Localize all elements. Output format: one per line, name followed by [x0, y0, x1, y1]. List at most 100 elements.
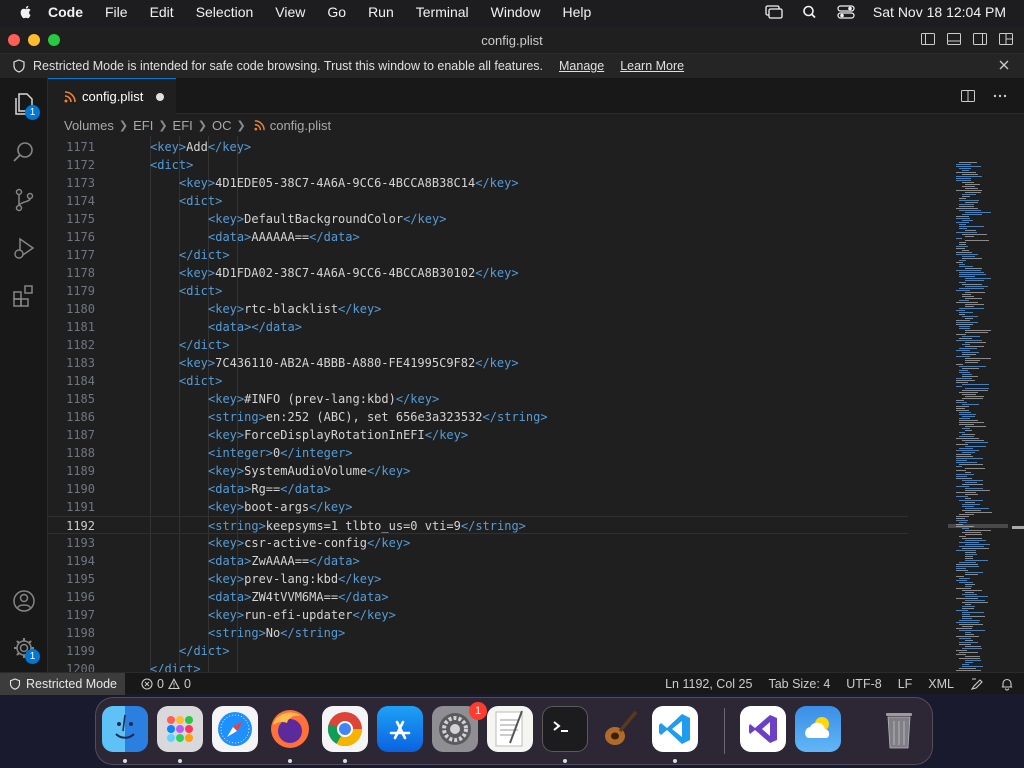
chevron-right-icon: ❯ — [158, 119, 168, 132]
dock-visual-studio[interactable] — [740, 706, 786, 752]
language-mode[interactable]: XML — [928, 677, 954, 691]
dock-launchpad[interactable] — [157, 706, 203, 752]
code-line[interactable]: 1179 <dict> — [48, 282, 908, 300]
title-bar[interactable]: config.plist — [0, 26, 1024, 54]
code-line[interactable]: 1180 <key>rtc-blacklist</key> — [48, 300, 908, 318]
tab-size[interactable]: Tab Size: 4 — [768, 677, 830, 691]
notifications-bell-icon[interactable] — [1000, 677, 1014, 691]
code-line[interactable]: 1175 <key>DefaultBackgroundColor</key> — [48, 210, 908, 228]
accounts-button[interactable] — [0, 579, 48, 623]
manage-button[interactable]: 1 — [0, 626, 48, 670]
dock-firefox[interactable] — [267, 706, 313, 752]
unsaved-dot-icon[interactable] — [156, 92, 164, 101]
code-line[interactable]: 1188 <integer>0</integer> — [48, 444, 908, 462]
dock-safari[interactable] — [212, 706, 258, 752]
code-line[interactable]: 1174 <dict> — [48, 192, 908, 210]
explorer-badge: 1 — [25, 105, 40, 120]
cursor-position[interactable]: Ln 1192, Col 25 — [665, 677, 752, 691]
restricted-mode-status[interactable]: Restricted Mode — [0, 672, 126, 695]
screen-mirroring-icon[interactable] — [765, 5, 783, 19]
code-line[interactable]: 1194 <data>ZwAAAA==</data> — [48, 552, 908, 570]
extensions-button[interactable] — [0, 274, 48, 318]
dock-garageband[interactable] — [597, 706, 643, 752]
code-line[interactable]: 1181 <data></data> — [48, 318, 908, 336]
feedback-icon[interactable] — [970, 677, 984, 691]
code-line[interactable]: 1198 <string>No</string> — [48, 624, 908, 642]
code-line[interactable]: 1199 </dict> — [48, 642, 908, 660]
code-line[interactable]: 1171 <key>Add</key> — [48, 138, 908, 156]
code-line[interactable]: 1187 <key>ForceDisplayRotationInEFI</key> — [48, 426, 908, 444]
spotlight-search-icon[interactable] — [801, 5, 819, 19]
minimap[interactable] — [908, 136, 1008, 672]
code-line[interactable]: 1189 <key>SystemAudioVolume</key> — [48, 462, 908, 480]
menubar-clock[interactable]: Sat Nov 18 12:04 PM — [873, 4, 1006, 20]
toggle-panel-icon[interactable] — [946, 31, 962, 47]
menu-view[interactable]: View — [275, 4, 305, 20]
problems-status[interactable]: 0 0 — [141, 677, 191, 691]
dock-textedit[interactable] — [487, 706, 533, 752]
search-button[interactable] — [0, 130, 48, 174]
dock-chrome[interactable] — [322, 706, 368, 752]
explorer-button[interactable]: 1 — [0, 82, 48, 126]
breadcrumb-item[interactable]: EFI — [173, 118, 193, 133]
breadcrumb-item[interactable]: OC — [212, 118, 232, 133]
code-line[interactable]: 1183 <key>7C436110-AB2A-4BBB-A880-FE41995… — [48, 354, 908, 372]
dock-trash[interactable] — [876, 706, 922, 752]
file-encoding[interactable]: UTF-8 — [846, 677, 881, 691]
code-line[interactable]: 1178 <key>4D1FDA02-38C7-4A6A-9CC6-4BCCA8B… — [48, 264, 908, 282]
code-line[interactable]: 1195 <key>prev-lang:kbd</key> — [48, 570, 908, 588]
code-line[interactable]: 1197 <key>run-efi-updater</key> — [48, 606, 908, 624]
menu-go[interactable]: Go — [327, 4, 346, 20]
banner-learn-more-link[interactable]: Learn More — [620, 59, 684, 73]
menu-file[interactable]: File — [105, 4, 128, 20]
breadcrumb-item[interactable]: config.plist — [270, 118, 331, 133]
menu-run[interactable]: Run — [368, 4, 394, 20]
customize-layout-icon[interactable] — [998, 31, 1014, 47]
more-actions-icon[interactable] — [992, 88, 1008, 104]
menu-edit[interactable]: Edit — [150, 4, 174, 20]
code-line[interactable]: 1173 <key>4D1EDE05-38C7-4A6A-9CC6-4BCCA8B… — [48, 174, 908, 192]
close-icon[interactable] — [998, 59, 1010, 71]
toggle-secondary-sidebar-icon[interactable] — [972, 31, 988, 47]
split-editor-icon[interactable] — [960, 88, 976, 104]
vertical-scrollbar[interactable] — [1010, 136, 1024, 672]
code-line[interactable]: 1172 <dict> — [48, 156, 908, 174]
apple-logo-icon[interactable] — [18, 4, 34, 20]
code-editor[interactable]: 1171 <key>Add</key> 1172 <dict> 1173 <key>4D1… — [48, 136, 1024, 672]
code-line[interactable]: 1182 </dict> — [48, 336, 908, 354]
code-line[interactable]: 1185 <key>#INFO (prev-lang:kbd)</key> — [48, 390, 908, 408]
banner-manage-link[interactable]: Manage — [559, 59, 604, 73]
run-and-debug-button[interactable] — [0, 226, 48, 270]
code-line[interactable]: 1196 <data>ZW4tVVM6MA==</data> — [48, 588, 908, 606]
minimap-viewport[interactable] — [948, 524, 1008, 528]
code-line[interactable]: 1200 </dict> — [48, 660, 908, 672]
dock-finder[interactable] — [102, 706, 148, 752]
dock-vscode[interactable] — [652, 706, 698, 752]
code-line[interactable]: 1184 <dict> — [48, 372, 908, 390]
menubar-app-name[interactable]: Code — [48, 4, 83, 20]
control-center-icon[interactable] — [837, 5, 855, 19]
breadcrumb-item[interactable]: Volumes — [64, 118, 114, 133]
menu-help[interactable]: Help — [562, 4, 591, 20]
menu-window[interactable]: Window — [491, 4, 541, 20]
end-of-line[interactable]: LF — [898, 677, 913, 691]
source-control-button[interactable] — [0, 178, 48, 222]
breadcrumb-item[interactable]: EFI — [133, 118, 153, 133]
code-lines[interactable]: 1171 <key>Add</key> 1172 <dict> 1173 <key>4D1… — [48, 136, 908, 672]
dock-terminal[interactable] — [542, 706, 588, 752]
menu-selection[interactable]: Selection — [196, 4, 254, 20]
search-icon — [13, 142, 33, 162]
code-line[interactable]: 1193 <key>csr-active-config</key> — [48, 534, 908, 552]
menu-terminal[interactable]: Terminal — [416, 4, 469, 20]
xml-tag: </key> — [475, 176, 519, 190]
code-line-current[interactable]: 1192 <string>keepsyms=1 tlbto_us=0 vti=9<… — [48, 516, 908, 534]
code-line[interactable]: 1177 </dict> — [48, 246, 908, 264]
tab-config-plist[interactable]: config.plist — [48, 78, 176, 114]
code-line[interactable]: 1190 <data>Rg==</data> — [48, 480, 908, 498]
dock-app-store[interactable] — [377, 706, 423, 752]
code-line[interactable]: 1186 <string>en:252 (ABC), set 656e3a3235… — [48, 408, 908, 426]
dock-weather[interactable] — [795, 706, 841, 752]
code-line[interactable]: 1191 <key>boot-args</key> — [48, 498, 908, 516]
toggle-primary-sidebar-icon[interactable] — [920, 31, 936, 47]
code-line[interactable]: 1176 <data>AAAAAA==</data> — [48, 228, 908, 246]
